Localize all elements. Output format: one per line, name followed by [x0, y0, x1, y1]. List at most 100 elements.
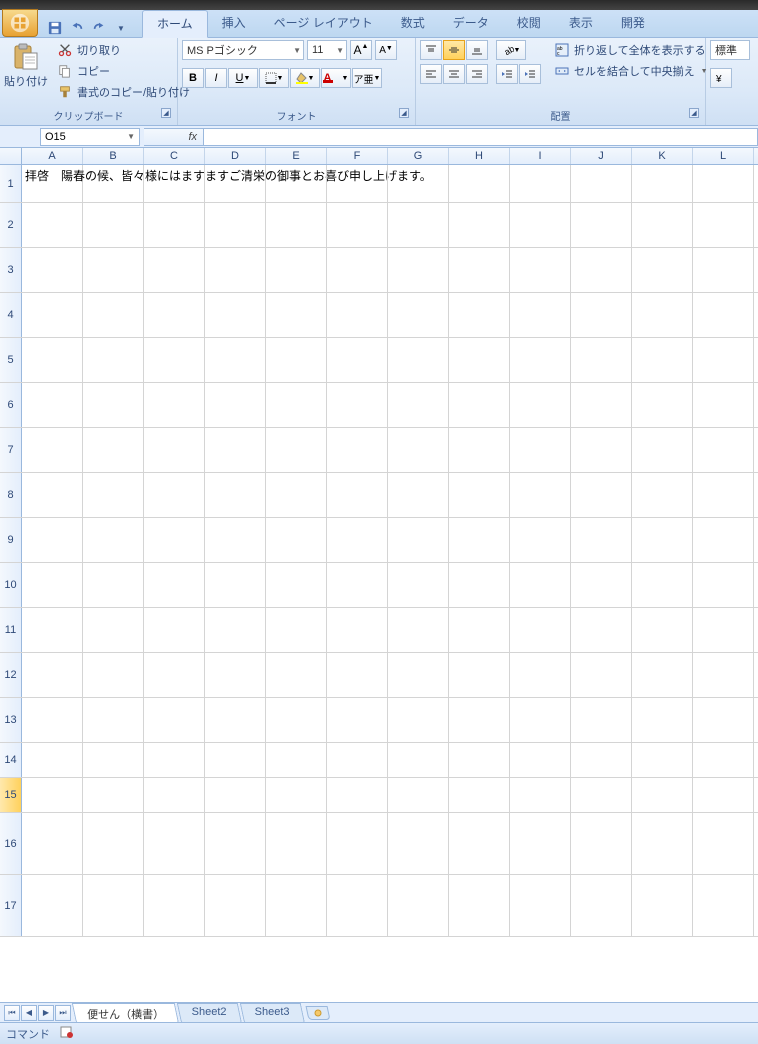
- cell[interactable]: [571, 338, 632, 382]
- cell[interactable]: [83, 518, 144, 562]
- cell[interactable]: [266, 518, 327, 562]
- row-header[interactable]: 14: [0, 743, 22, 777]
- cell[interactable]: [693, 383, 754, 427]
- row-header[interactable]: 9: [0, 518, 22, 562]
- cell[interactable]: [632, 473, 693, 517]
- cell[interactable]: [510, 698, 571, 742]
- row-header[interactable]: 8: [0, 473, 22, 517]
- sheet-nav-last[interactable]: ⏭: [55, 1005, 71, 1021]
- cell[interactable]: [632, 248, 693, 292]
- sheet-tab[interactable]: Sheet2: [177, 1003, 242, 1024]
- cell[interactable]: [571, 698, 632, 742]
- cell[interactable]: [22, 875, 83, 936]
- sheet-nav-next[interactable]: ▶: [38, 1005, 54, 1021]
- cell[interactable]: [571, 608, 632, 652]
- column-header[interactable]: K: [632, 148, 693, 164]
- cell[interactable]: [388, 518, 449, 562]
- cell[interactable]: [266, 383, 327, 427]
- cell[interactable]: [205, 383, 266, 427]
- cell[interactable]: [266, 473, 327, 517]
- cell[interactable]: [327, 563, 388, 607]
- accounting-button[interactable]: ¥: [710, 68, 732, 88]
- cell[interactable]: [22, 813, 83, 874]
- cell[interactable]: [388, 698, 449, 742]
- cell[interactable]: [449, 778, 510, 812]
- cell[interactable]: [205, 778, 266, 812]
- cell[interactable]: [266, 698, 327, 742]
- cell[interactable]: [693, 203, 754, 247]
- column-header[interactable]: H: [449, 148, 510, 164]
- cell[interactable]: [632, 698, 693, 742]
- row-header[interactable]: 11: [0, 608, 22, 652]
- cell[interactable]: [693, 563, 754, 607]
- cell[interactable]: [510, 473, 571, 517]
- cell[interactable]: [449, 428, 510, 472]
- align-bottom-button[interactable]: [466, 40, 488, 60]
- ribbon-tab-3[interactable]: 数式: [387, 10, 439, 38]
- cell[interactable]: [510, 383, 571, 427]
- ribbon-tab-6[interactable]: 表示: [555, 10, 607, 38]
- row-header[interactable]: 10: [0, 563, 22, 607]
- row-header[interactable]: 5: [0, 338, 22, 382]
- align-middle-button[interactable]: [443, 40, 465, 60]
- phonetic-button[interactable]: ア亜 ▼: [352, 68, 382, 88]
- cell[interactable]: [571, 743, 632, 777]
- cell[interactable]: [388, 778, 449, 812]
- cell[interactable]: [205, 518, 266, 562]
- decrease-indent-button[interactable]: [496, 64, 518, 84]
- cell[interactable]: [632, 293, 693, 337]
- cell[interactable]: [388, 653, 449, 697]
- cell[interactable]: [83, 698, 144, 742]
- cell[interactable]: [144, 563, 205, 607]
- cell[interactable]: [205, 248, 266, 292]
- office-button[interactable]: [2, 9, 38, 37]
- column-header[interactable]: C: [144, 148, 205, 164]
- cell[interactable]: [22, 743, 83, 777]
- cell[interactable]: [693, 743, 754, 777]
- cell[interactable]: [266, 248, 327, 292]
- cell[interactable]: [449, 653, 510, 697]
- cell[interactable]: [205, 813, 266, 874]
- orientation-button[interactable]: ab ▼: [496, 40, 526, 60]
- clipboard-launcher[interactable]: ◢: [161, 108, 171, 118]
- cell[interactable]: [449, 813, 510, 874]
- sheet-nav-prev[interactable]: ◀: [21, 1005, 37, 1021]
- cell[interactable]: [83, 383, 144, 427]
- cell[interactable]: [693, 293, 754, 337]
- cell[interactable]: [693, 428, 754, 472]
- cell[interactable]: [144, 743, 205, 777]
- cell[interactable]: [632, 563, 693, 607]
- cell[interactable]: [22, 778, 83, 812]
- cell[interactable]: [632, 518, 693, 562]
- cell[interactable]: [388, 743, 449, 777]
- cell[interactable]: [510, 518, 571, 562]
- cell[interactable]: [266, 813, 327, 874]
- cell[interactable]: [327, 293, 388, 337]
- undo-icon[interactable]: [68, 19, 86, 37]
- cell[interactable]: [205, 653, 266, 697]
- macro-record-icon[interactable]: [60, 1025, 74, 1042]
- bold-button[interactable]: B: [182, 68, 204, 88]
- cell[interactable]: [266, 778, 327, 812]
- wrap-text-button[interactable]: abc 折り返して全体を表示する: [549, 40, 713, 60]
- ribbon-tab-4[interactable]: データ: [439, 10, 503, 38]
- cell[interactable]: [83, 653, 144, 697]
- cell[interactable]: [22, 563, 83, 607]
- fill-color-button[interactable]: ▼: [290, 68, 320, 88]
- cell[interactable]: [205, 203, 266, 247]
- cell[interactable]: [388, 428, 449, 472]
- cell[interactable]: [693, 608, 754, 652]
- cell[interactable]: [327, 875, 388, 936]
- cell[interactable]: [449, 338, 510, 382]
- increase-font-button[interactable]: A▲: [350, 40, 372, 60]
- cell[interactable]: [693, 338, 754, 382]
- cell[interactable]: [632, 778, 693, 812]
- cell[interactable]: [632, 383, 693, 427]
- cell[interactable]: [205, 473, 266, 517]
- cell[interactable]: [449, 165, 510, 202]
- cell[interactable]: [83, 608, 144, 652]
- cell[interactable]: [266, 653, 327, 697]
- align-top-button[interactable]: [420, 40, 442, 60]
- cell[interactable]: [388, 875, 449, 936]
- cell[interactable]: [388, 473, 449, 517]
